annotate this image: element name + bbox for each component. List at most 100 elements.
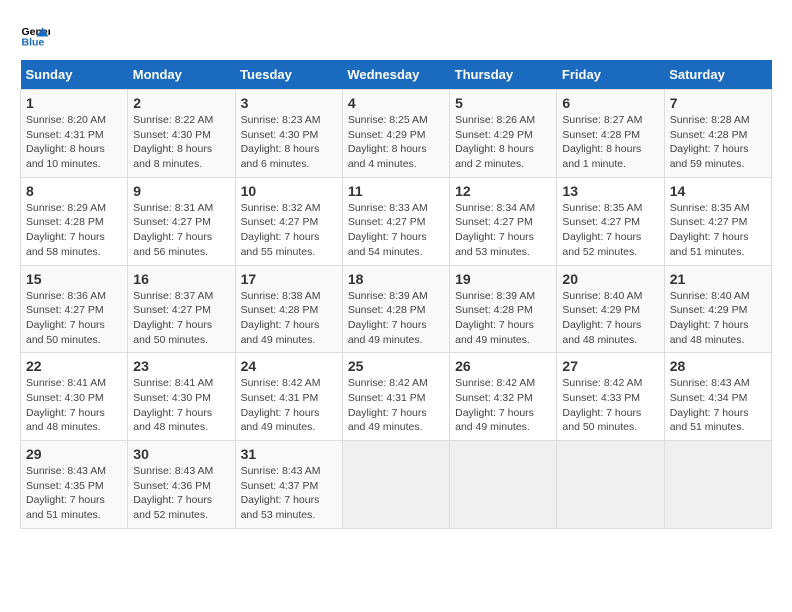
calendar-cell: 14 Sunrise: 8:35 AM Sunset: 4:27 PM Dayli… xyxy=(664,177,771,265)
day-number: 22 xyxy=(26,358,122,374)
day-number: 19 xyxy=(455,271,551,287)
day-info: Sunrise: 8:43 AM Sunset: 4:37 PM Dayligh… xyxy=(241,464,337,523)
day-number: 18 xyxy=(348,271,444,287)
calendar-cell: 22 Sunrise: 8:41 AM Sunset: 4:30 PM Dayli… xyxy=(21,353,128,441)
calendar-cell: 2 Sunrise: 8:22 AM Sunset: 4:30 PM Daylig… xyxy=(128,90,235,178)
calendar-week-row: 1 Sunrise: 8:20 AM Sunset: 4:31 PM Daylig… xyxy=(21,90,772,178)
day-info: Sunrise: 8:34 AM Sunset: 4:27 PM Dayligh… xyxy=(455,201,551,260)
calendar-cell: 21 Sunrise: 8:40 AM Sunset: 4:29 PM Dayli… xyxy=(664,265,771,353)
day-number: 10 xyxy=(241,183,337,199)
logo-icon: General Blue xyxy=(20,20,50,50)
calendar-cell: 27Sunrise: 8:42 AM Sunset: 4:33 PM Dayli… xyxy=(557,353,664,441)
calendar-cell: 29 Sunrise: 8:43 AM Sunset: 4:35 PM Dayli… xyxy=(21,441,128,529)
day-number: 28 xyxy=(670,358,766,374)
day-info: Sunrise: 8:29 AM Sunset: 4:28 PM Dayligh… xyxy=(26,201,122,260)
day-info: Sunrise: 8:43 AM Sunset: 4:34 PM Dayligh… xyxy=(670,376,766,435)
day-number: 21 xyxy=(670,271,766,287)
day-number: 24 xyxy=(241,358,337,374)
header: General Blue xyxy=(20,20,772,50)
day-info: Sunrise: 8:41 AM Sunset: 4:30 PM Dayligh… xyxy=(26,376,122,435)
day-number: 14 xyxy=(670,183,766,199)
calendar-cell: 30Sunrise: 8:43 AM Sunset: 4:36 PM Dayli… xyxy=(128,441,235,529)
day-number: 8 xyxy=(26,183,122,199)
calendar-week-row: 29 Sunrise: 8:43 AM Sunset: 4:35 PM Dayli… xyxy=(21,441,772,529)
day-info: Sunrise: 8:42 AM Sunset: 4:31 PM Dayligh… xyxy=(348,376,444,435)
calendar-cell: 13 Sunrise: 8:35 AM Sunset: 4:27 PM Dayli… xyxy=(557,177,664,265)
weekday-header-sunday: Sunday xyxy=(21,60,128,90)
calendar-cell: 10 Sunrise: 8:32 AM Sunset: 4:27 PM Dayli… xyxy=(235,177,342,265)
day-info: Sunrise: 8:26 AM Sunset: 4:29 PM Dayligh… xyxy=(455,113,551,172)
calendar-cell: 28 Sunrise: 8:43 AM Sunset: 4:34 PM Dayli… xyxy=(664,353,771,441)
weekday-header-wednesday: Wednesday xyxy=(342,60,449,90)
day-info: Sunrise: 8:27 AM Sunset: 4:28 PM Dayligh… xyxy=(562,113,658,172)
weekday-header-tuesday: Tuesday xyxy=(235,60,342,90)
day-info: Sunrise: 8:39 AM Sunset: 4:28 PM Dayligh… xyxy=(455,289,551,348)
day-info: Sunrise: 8:36 AM Sunset: 4:27 PM Dayligh… xyxy=(26,289,122,348)
calendar-week-row: 8 Sunrise: 8:29 AM Sunset: 4:28 PM Daylig… xyxy=(21,177,772,265)
day-number: 1 xyxy=(26,95,122,111)
calendar-cell: 23 Sunrise: 8:41 AM Sunset: 4:30 PM Dayli… xyxy=(128,353,235,441)
day-info: Sunrise: 8:40 AM Sunset: 4:29 PM Dayligh… xyxy=(562,289,658,348)
calendar-table: SundayMondayTuesdayWednesdayThursdayFrid… xyxy=(20,60,772,529)
weekday-header-saturday: Saturday xyxy=(664,60,771,90)
calendar-cell: 25 Sunrise: 8:42 AM Sunset: 4:31 PM Dayli… xyxy=(342,353,449,441)
day-number: 17 xyxy=(241,271,337,287)
calendar-cell: 31 Sunrise: 8:43 AM Sunset: 4:37 PM Dayli… xyxy=(235,441,342,529)
day-number: 25 xyxy=(348,358,444,374)
day-number: 12 xyxy=(455,183,551,199)
day-info: Sunrise: 8:20 AM Sunset: 4:31 PM Dayligh… xyxy=(26,113,122,172)
calendar-cell: 19 Sunrise: 8:39 AM Sunset: 4:28 PM Dayli… xyxy=(450,265,557,353)
calendar-week-row: 15 Sunrise: 8:36 AM Sunset: 4:27 PM Dayli… xyxy=(21,265,772,353)
day-number: 7 xyxy=(670,95,766,111)
day-number: 26 xyxy=(455,358,551,374)
calendar-cell: 8 Sunrise: 8:29 AM Sunset: 4:28 PM Daylig… xyxy=(21,177,128,265)
day-info: Sunrise: 8:39 AM Sunset: 4:28 PM Dayligh… xyxy=(348,289,444,348)
day-info: Sunrise: 8:35 AM Sunset: 4:27 PM Dayligh… xyxy=(670,201,766,260)
day-number: 29 xyxy=(26,446,122,462)
day-number: 23 xyxy=(133,358,229,374)
day-number: 3 xyxy=(241,95,337,111)
day-number: 15 xyxy=(26,271,122,287)
weekday-header-monday: Monday xyxy=(128,60,235,90)
day-number: 16 xyxy=(133,271,229,287)
weekday-header-row: SundayMondayTuesdayWednesdayThursdayFrid… xyxy=(21,60,772,90)
day-info: Sunrise: 8:23 AM Sunset: 4:30 PM Dayligh… xyxy=(241,113,337,172)
day-number: 9 xyxy=(133,183,229,199)
day-info: Sunrise: 8:43 AM Sunset: 4:35 PM Dayligh… xyxy=(26,464,122,523)
day-info: Sunrise: 8:32 AM Sunset: 4:27 PM Dayligh… xyxy=(241,201,337,260)
calendar-cell: 7Sunrise: 8:28 AM Sunset: 4:28 PM Daylig… xyxy=(664,90,771,178)
calendar-cell: 12 Sunrise: 8:34 AM Sunset: 4:27 PM Dayli… xyxy=(450,177,557,265)
logo: General Blue xyxy=(20,20,54,50)
calendar-cell: 9 Sunrise: 8:31 AM Sunset: 4:27 PM Daylig… xyxy=(128,177,235,265)
day-number: 5 xyxy=(455,95,551,111)
day-number: 11 xyxy=(348,183,444,199)
day-number: 2 xyxy=(133,95,229,111)
day-info: Sunrise: 8:42 AM Sunset: 4:33 PM Dayligh… xyxy=(562,376,658,435)
day-info: Sunrise: 8:31 AM Sunset: 4:27 PM Dayligh… xyxy=(133,201,229,260)
svg-text:Blue: Blue xyxy=(22,37,45,49)
calendar-cell: 24 Sunrise: 8:42 AM Sunset: 4:31 PM Dayli… xyxy=(235,353,342,441)
calendar-cell: 15 Sunrise: 8:36 AM Sunset: 4:27 PM Dayli… xyxy=(21,265,128,353)
day-info: Sunrise: 8:41 AM Sunset: 4:30 PM Dayligh… xyxy=(133,376,229,435)
day-info: Sunrise: 8:42 AM Sunset: 4:31 PM Dayligh… xyxy=(241,376,337,435)
calendar-cell: 6 Sunrise: 8:27 AM Sunset: 4:28 PM Daylig… xyxy=(557,90,664,178)
calendar-cell xyxy=(664,441,771,529)
day-info: Sunrise: 8:33 AM Sunset: 4:27 PM Dayligh… xyxy=(348,201,444,260)
calendar-cell xyxy=(342,441,449,529)
day-info: Sunrise: 8:35 AM Sunset: 4:27 PM Dayligh… xyxy=(562,201,658,260)
day-info: Sunrise: 8:38 AM Sunset: 4:28 PM Dayligh… xyxy=(241,289,337,348)
calendar-cell: 1 Sunrise: 8:20 AM Sunset: 4:31 PM Daylig… xyxy=(21,90,128,178)
day-number: 13 xyxy=(562,183,658,199)
day-info: Sunrise: 8:40 AM Sunset: 4:29 PM Dayligh… xyxy=(670,289,766,348)
day-info: Sunrise: 8:25 AM Sunset: 4:29 PM Dayligh… xyxy=(348,113,444,172)
day-number: 31 xyxy=(241,446,337,462)
calendar-cell: 16Sunrise: 8:37 AM Sunset: 4:27 PM Dayli… xyxy=(128,265,235,353)
calendar-cell: 20Sunrise: 8:40 AM Sunset: 4:29 PM Dayli… xyxy=(557,265,664,353)
calendar-cell: 11 Sunrise: 8:33 AM Sunset: 4:27 PM Dayli… xyxy=(342,177,449,265)
day-number: 6 xyxy=(562,95,658,111)
calendar-cell: 3 Sunrise: 8:23 AM Sunset: 4:30 PM Daylig… xyxy=(235,90,342,178)
calendar-cell: 17 Sunrise: 8:38 AM Sunset: 4:28 PM Dayli… xyxy=(235,265,342,353)
calendar-cell xyxy=(557,441,664,529)
day-info: Sunrise: 8:22 AM Sunset: 4:30 PM Dayligh… xyxy=(133,113,229,172)
calendar-cell xyxy=(450,441,557,529)
